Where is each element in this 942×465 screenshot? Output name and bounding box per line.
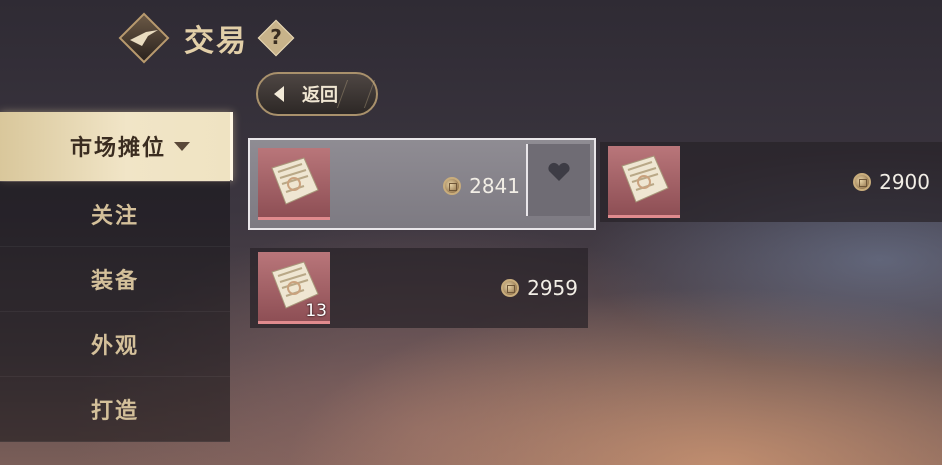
item-thumbnail [608,146,680,218]
item-thumbnail [258,148,330,220]
help-icon[interactable]: ? [257,19,295,57]
coin-icon [853,173,872,191]
decorative-pattern [336,80,376,108]
item-quantity: 13 [305,301,327,321]
listing-card[interactable]: 2900 [600,142,942,222]
listing-price: 2841 [443,174,520,198]
coin-icon [443,177,462,195]
listing-card[interactable]: 2841 [248,138,596,230]
listing-price: 2959 [501,276,578,300]
sidebar-item-equipment[interactable]: 装备 [0,247,230,312]
scroll-document-icon [621,155,669,203]
back-button[interactable]: 返回 [256,72,378,116]
heart-icon [548,162,570,181]
back-arrow-icon [274,86,284,102]
coin-icon [501,279,520,297]
sidebar-item-appearance[interactable]: 外观 [0,312,230,377]
sidebar-item-crafting[interactable]: 打造 [0,377,230,442]
favorite-button[interactable] [526,144,590,216]
page-header: 交易 ? [118,10,295,66]
sidebar-item-watchlist[interactable]: 关注 [0,182,230,247]
listing-card[interactable]: 13 2959 [250,248,588,328]
item-thumbnail: 13 [258,252,330,324]
sidebar-item-market-stall[interactable]: 市场摊位 [0,112,233,181]
listing-price: 2900 [853,170,930,194]
back-button-label: 返回 [302,85,338,106]
chevron-down-icon [174,141,190,151]
trade-logo-icon [118,12,170,64]
page-title: 交易 [184,24,248,59]
category-sidebar: 市场摊位 关注 装备 外观 打造 [0,112,233,465]
scroll-document-icon [271,157,319,205]
